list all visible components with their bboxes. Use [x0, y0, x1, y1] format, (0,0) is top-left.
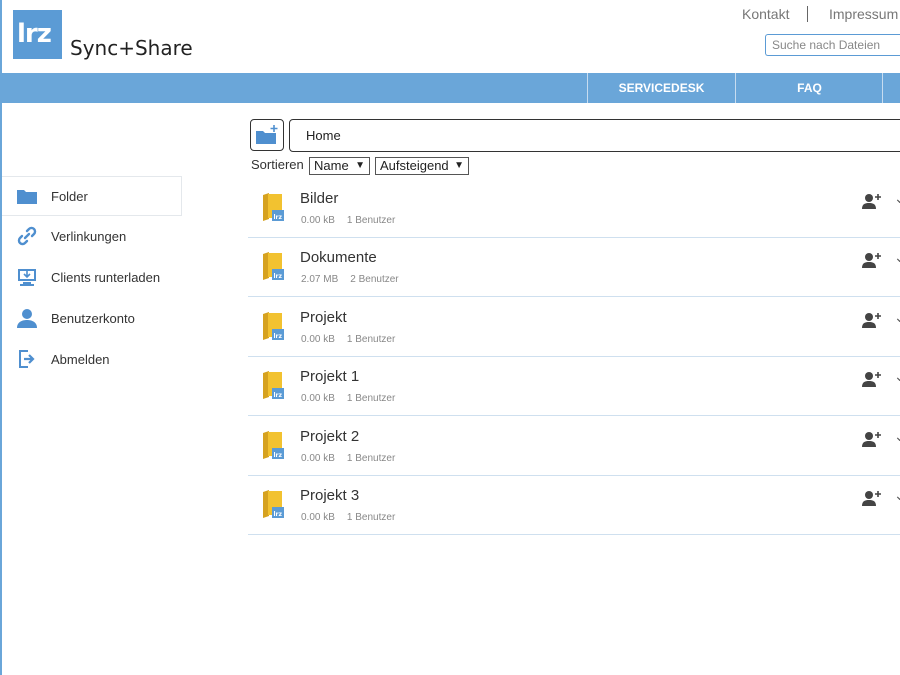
file-name[interactable]: Projekt: [300, 309, 347, 326]
svg-text:lrz: lrz: [274, 273, 283, 280]
file-size: 0.00 kB: [301, 393, 335, 404]
sidebar-item-label: Clients runterladen: [51, 269, 161, 285]
file-size: 0.00 kB: [301, 453, 335, 464]
chevron-down-icon[interactable]: ⌄: [894, 487, 900, 504]
sidebar-item-label: Benutzerkonto: [51, 310, 135, 326]
file-name[interactable]: Dokumente: [300, 249, 377, 266]
new-folder-icon: [256, 125, 278, 144]
logout-icon: [16, 348, 38, 370]
folder-icon: lrz: [263, 431, 284, 459]
file-name[interactable]: Projekt 1: [300, 368, 359, 385]
file-users: 2 Benutzer: [350, 274, 399, 285]
user-icon: [16, 307, 38, 329]
link-icon: [16, 225, 38, 247]
file-meta: 0.00 kB 1 Benutzer: [301, 215, 395, 226]
folder-icon: lrz: [263, 312, 284, 340]
file-users: 1 Benutzer: [346, 393, 396, 404]
link-divider: [807, 6, 808, 22]
sidebar-item-clients[interactable]: Clients runterladen: [2, 257, 182, 297]
list-item[interactable]: lrz Projekt 2 0.00 kB 1 Benutzer ⌄: [248, 416, 900, 476]
sidebar-item-label: Verlinkungen: [51, 228, 127, 244]
lrz-logo[interactable]: lrz: [13, 10, 62, 59]
breadcrumb-home[interactable]: Home: [306, 128, 341, 143]
sidebar-item-verlinkungen[interactable]: Verlinkungen: [2, 216, 182, 256]
nav-servicedesk[interactable]: SERVICEDESK: [587, 73, 735, 103]
file-meta: 0.00 kB 1 Benutzer: [301, 393, 395, 404]
file-users: 1 Benutzer: [346, 334, 396, 345]
file-users: 1 Benutzer: [346, 215, 396, 226]
chevron-down-icon[interactable]: ⌄: [894, 368, 900, 385]
new-folder-button[interactable]: [250, 119, 284, 151]
file-size: 0.00 kB: [301, 215, 335, 226]
file-users: 1 Benutzer: [346, 453, 396, 464]
add-user-icon[interactable]: [862, 490, 882, 506]
file-name[interactable]: Projekt 2: [300, 428, 359, 445]
sort-label: Sortieren: [251, 157, 304, 172]
add-user-icon[interactable]: [862, 252, 882, 268]
list-item[interactable]: lrz Projekt 3 0.00 kB 1 Benutzer ⌄: [248, 475, 900, 535]
nav-more[interactable]: [882, 73, 900, 103]
svg-text:lrz: lrz: [274, 214, 283, 221]
file-size: 0.00 kB: [301, 334, 335, 345]
svg-text:lrz: lrz: [274, 333, 283, 340]
add-user-icon[interactable]: [862, 312, 882, 328]
search-input[interactable]: [765, 34, 900, 56]
folder-icon: lrz: [263, 252, 284, 280]
folder-icon: lrz: [263, 193, 284, 221]
dropdown-arrow-icon: ▼: [355, 160, 365, 171]
file-name[interactable]: Bilder: [300, 190, 338, 207]
add-user-icon[interactable]: [862, 371, 882, 387]
folder-icon: lrz: [263, 490, 284, 518]
chevron-down-icon[interactable]: ⌄: [894, 428, 900, 445]
sidebar-item-benutzerkonto[interactable]: Benutzerkonto: [2, 298, 182, 338]
chevron-down-icon[interactable]: ⌄: [894, 190, 900, 207]
sort-field-select[interactable]: Name ▼: [309, 157, 370, 175]
chevron-down-icon[interactable]: ⌄: [894, 249, 900, 266]
folder-icon: [16, 185, 38, 207]
brand-name: Sync+Share: [70, 36, 193, 60]
file-meta: 2.07 MB 2 Benutzer: [301, 274, 399, 285]
sidebar-item-folder[interactable]: Folder: [2, 176, 182, 216]
list-item[interactable]: lrz Projekt 0.00 kB 1 Benutzer ⌄: [248, 297, 900, 357]
sidebar-item-label: Folder: [51, 188, 88, 204]
impressum-link[interactable]: Impressum: [829, 6, 898, 22]
sort-field-value: Name: [314, 158, 349, 173]
file-meta: 0.00 kB 1 Benutzer: [301, 334, 395, 345]
sort-order-value: Aufsteigend: [380, 158, 449, 173]
list-item[interactable]: lrz Dokumente 2.07 MB 2 Benutzer ⌄: [248, 237, 900, 297]
svg-text:lrz: lrz: [274, 392, 283, 399]
file-name[interactable]: Projekt 3: [300, 487, 359, 504]
monitor-download-icon: [16, 266, 38, 288]
dropdown-arrow-icon: ▼: [454, 160, 464, 171]
file-users: 1 Benutzer: [346, 512, 396, 523]
file-meta: 0.00 kB 1 Benutzer: [301, 512, 395, 523]
list-item[interactable]: lrz Projekt 1 0.00 kB 1 Benutzer ⌄: [248, 356, 900, 416]
folder-icon: lrz: [263, 371, 284, 399]
add-user-icon[interactable]: [862, 431, 882, 447]
logo-text: lrz: [17, 19, 52, 49]
breadcrumb: Home: [289, 119, 900, 152]
list-item[interactable]: lrz Bilder 0.00 kB 1 Benutzer ⌄: [248, 178, 900, 238]
sort-order-select[interactable]: Aufsteigend ▼: [375, 157, 469, 175]
file-meta: 0.00 kB 1 Benutzer: [301, 453, 395, 464]
nav-faq[interactable]: FAQ: [735, 73, 883, 103]
top-nav: SERVICEDESK FAQ: [0, 73, 900, 103]
kontakt-link[interactable]: Kontakt: [742, 6, 789, 22]
file-size: 2.07 MB: [301, 274, 339, 285]
chevron-down-icon[interactable]: ⌄: [894, 309, 900, 326]
sidebar-item-label: Abmelden: [51, 351, 110, 367]
svg-text:lrz: lrz: [274, 452, 283, 459]
file-size: 0.00 kB: [301, 512, 335, 523]
add-user-icon[interactable]: [862, 193, 882, 209]
svg-text:lrz: lrz: [274, 511, 283, 518]
sidebar-item-abmelden[interactable]: Abmelden: [2, 339, 182, 379]
